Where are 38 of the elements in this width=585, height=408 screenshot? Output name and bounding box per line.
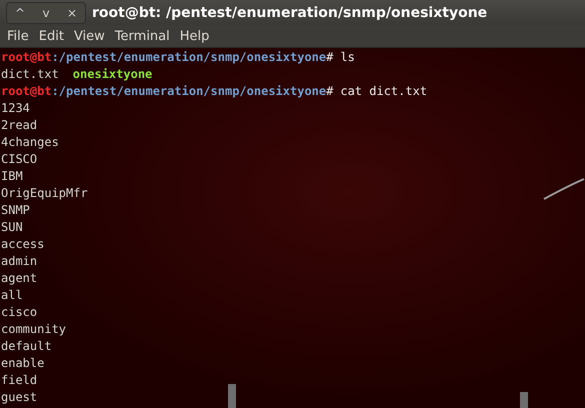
output-text: 4changes — [1, 135, 59, 149]
maximize-button[interactable]: v — [33, 3, 59, 23]
output-text: enable — [1, 356, 44, 370]
wallpaper-swoosh-drawing — [543, 178, 585, 200]
output-text: SUN — [1, 220, 23, 234]
menu-item[interactable]: Edit — [34, 29, 69, 44]
output-text: admin — [1, 254, 38, 268]
output-text: community — [1, 322, 66, 336]
output-text: 1234 — [1, 101, 30, 115]
prompt-user: root@bt — [1, 84, 52, 98]
window-title: root@bt: /pentest/enumeration/snmp/onesixtyone — [92, 5, 488, 21]
output-text: SNMP — [1, 203, 30, 217]
menu-item[interactable]: Help — [174, 29, 214, 44]
prompt-path: :/pentest/enumeration/snmp/onesixtyone — [52, 84, 326, 98]
output-text: agent — [1, 271, 38, 285]
file-name: dict.txt — [1, 67, 59, 81]
file-name: onesixtyone — [72, 67, 152, 81]
prompt-symbol: # — [326, 84, 334, 98]
close-button[interactable]: × — [59, 3, 85, 23]
output-text: IBM — [1, 169, 23, 183]
output-text: field — [1, 373, 38, 387]
prompt-user: root@bt — [1, 50, 52, 64]
prompt-symbol: # — [326, 50, 334, 64]
output-text: CISCO — [1, 152, 38, 166]
menu-item[interactable]: Terminal — [110, 29, 175, 44]
minimize-button[interactable]: ^ — [7, 3, 33, 23]
output-text: guest — [1, 390, 38, 404]
menu-item[interactable]: View — [68, 29, 110, 44]
output-text: all — [1, 288, 23, 302]
menu-item[interactable]: File — [2, 29, 34, 44]
command-text: ls — [340, 50, 355, 64]
output-text: access — [1, 237, 44, 251]
output-text: default — [1, 339, 52, 353]
output-text: cisco — [1, 305, 38, 319]
prompt-path: :/pentest/enumeration/snmp/onesixtyone — [52, 50, 326, 64]
output-text: 2read — [1, 118, 38, 132]
output-text: OrigEquipMfr — [1, 186, 88, 200]
command-text: cat dict.txt — [340, 84, 428, 98]
